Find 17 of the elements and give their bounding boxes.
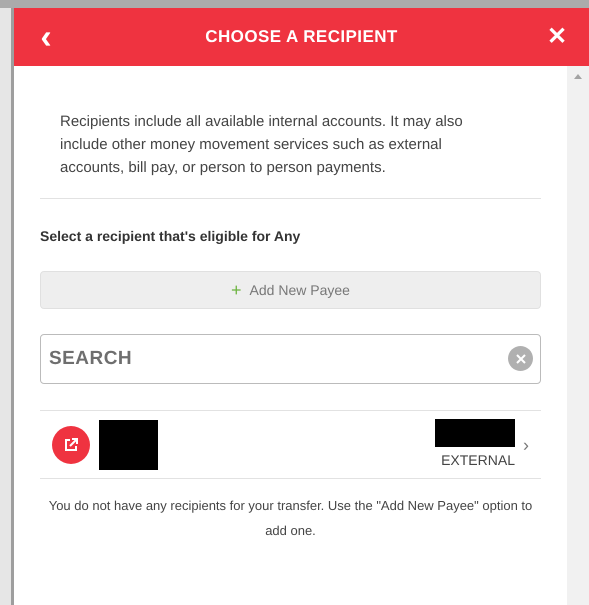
external-link-icon [52, 426, 90, 464]
redacted-block [99, 420, 158, 470]
add-payee-button[interactable]: + Add New Payee [40, 271, 541, 309]
clear-icon[interactable] [508, 346, 533, 371]
recipient-type: EXTERNAL [441, 450, 515, 470]
chevron-icon: › [523, 436, 529, 454]
scrollbar[interactable] [567, 66, 589, 605]
back-button[interactable]: ‹ [34, 20, 58, 54]
scroll-up-icon[interactable] [574, 74, 582, 79]
intro-text: Recipients include all available internal accounts. It may also include other money movement services such as external accounts, bill pay, or person to person payments. [59, 112, 464, 178]
empty-message: You do not have any recipients for your transfer. Use the "Add New Payee" option to add one. [48, 497, 534, 540]
search-field[interactable]: SEARCH [40, 334, 541, 384]
close-button[interactable]: ✕ [545, 25, 569, 49]
modal-title: CHOOSE A RECIPIENT [205, 26, 398, 48]
eligibility-heading: Select a recipient that's eligible for Any [40, 227, 302, 246]
recipient-row[interactable]: EXTERNAL › [40, 411, 541, 479]
plus-icon: + [231, 281, 242, 299]
